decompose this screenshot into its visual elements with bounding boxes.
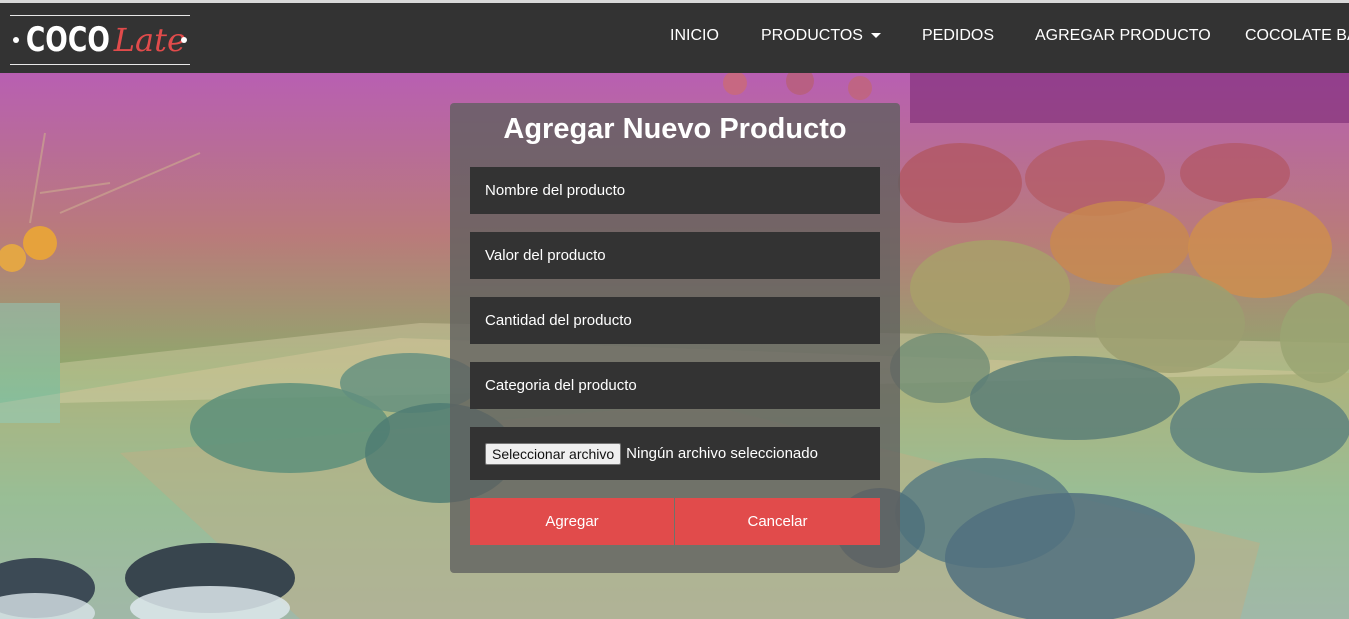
product-category-field[interactable]: Categoria del producto: [470, 362, 880, 409]
select-file-button[interactable]: Seleccionar archivo: [485, 442, 622, 465]
nav-item-productos-label: PRODUCTOS: [761, 27, 863, 44]
logo-dot-right: [181, 37, 187, 43]
nav-item-agregar-producto[interactable]: AGREGAR PRODUCTO: [1035, 27, 1211, 45]
brand-logo[interactable]: COCO Late: [10, 15, 190, 65]
file-status-text: Ningún archivo seleccionado: [626, 445, 818, 462]
cancel-button[interactable]: Cancelar: [675, 498, 880, 545]
nav-item-productos[interactable]: PRODUCTOS: [761, 27, 881, 45]
submit-add-button[interactable]: Agregar: [470, 498, 674, 545]
product-price-field[interactable]: Valor del producto: [470, 232, 880, 279]
logo-dot-left: [13, 37, 19, 43]
navbar: COCO Late INICIO PRODUCTOS PEDIDOS AGREG…: [0, 3, 1349, 73]
product-image-file-input: Seleccionar archivo Ningún archivo selec…: [470, 427, 880, 480]
product-name-field[interactable]: Nombre del producto: [470, 167, 880, 214]
nav-item-cocolate-ba[interactable]: COCOLATE BA: [1245, 27, 1349, 45]
product-quantity-field[interactable]: Cantidad del producto: [470, 297, 880, 344]
form-title: Agregar Nuevo Producto: [503, 113, 847, 145]
nav-item-pedidos[interactable]: PEDIDOS: [922, 27, 994, 45]
logo-text-coco: COCO: [25, 20, 110, 60]
nav-item-inicio[interactable]: INICIO: [670, 27, 719, 45]
chevron-down-icon: [870, 33, 881, 39]
add-product-form: Agregar Nuevo Producto Nombre del produc…: [450, 103, 900, 573]
logo-text-late: Late: [113, 21, 186, 59]
